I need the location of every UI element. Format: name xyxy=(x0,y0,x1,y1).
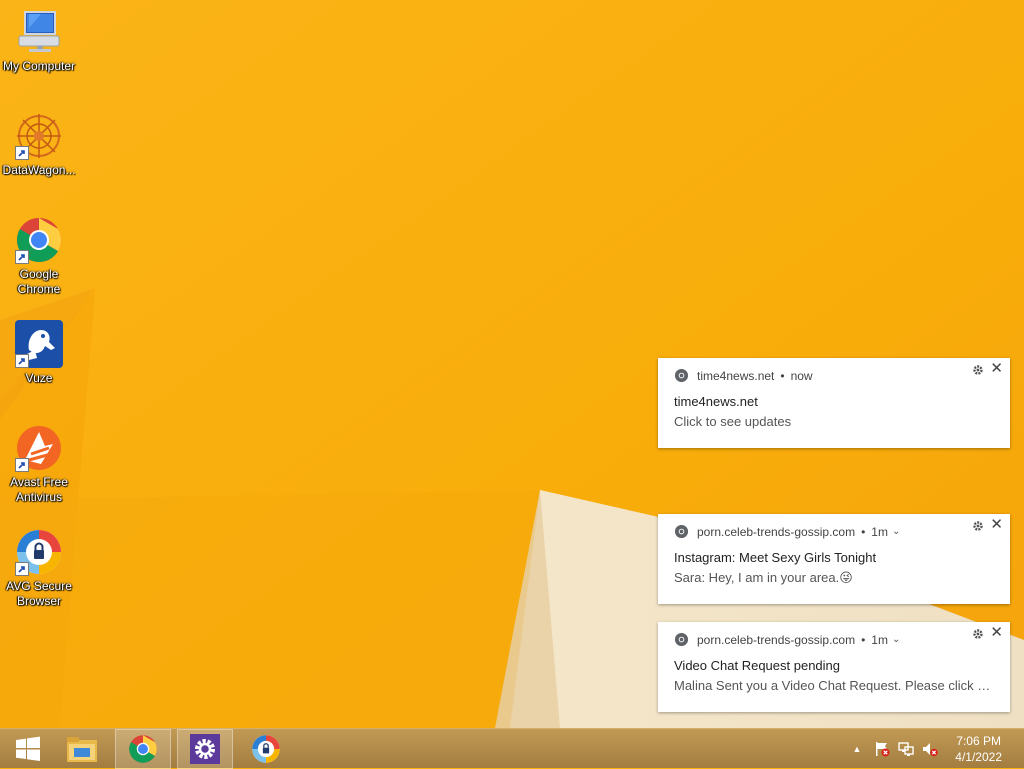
gear-icon[interactable] xyxy=(972,364,984,376)
clock-time: 7:06 PM xyxy=(956,734,1001,748)
notification-header: porn.celeb-trends-gossip.com • 1m ⌄ xyxy=(674,524,900,539)
chrome-icon xyxy=(15,216,63,264)
settings-gear-icon xyxy=(190,734,220,764)
notification-header: time4news.net • now xyxy=(674,368,813,383)
notification-body: Sara: Hey, I am in your area.😜 xyxy=(674,570,853,585)
notification-toast[interactable]: porn.celeb-trends-gossip.com • 1m ⌄ ✕ Vi… xyxy=(658,622,1010,712)
gear-icon[interactable] xyxy=(972,520,984,532)
taskbar-chrome-button[interactable] xyxy=(115,729,171,769)
separator-dot: • xyxy=(780,368,785,383)
chevron-down-icon[interactable]: ⌄ xyxy=(892,634,900,645)
system-clock[interactable]: 7:06 PM 4/1/2022 xyxy=(955,733,1002,765)
desktop-icon-label: Avast Free Antivirus xyxy=(10,475,68,504)
computer-icon xyxy=(15,8,63,56)
notification-site: time4news.net xyxy=(697,368,775,383)
folder-icon xyxy=(67,737,97,762)
avast-icon xyxy=(15,424,63,472)
shortcut-arrow-icon xyxy=(15,458,29,472)
notification-title: Instagram: Meet Sexy Girls Tonight xyxy=(674,550,877,565)
close-icon[interactable]: ✕ xyxy=(990,361,1003,376)
taskbar-settings-button[interactable] xyxy=(177,729,233,769)
notification-header: porn.celeb-trends-gossip.com • 1m ⌄ xyxy=(674,632,900,647)
notification-body: Malina Sent you a Video Chat Request. Pl… xyxy=(674,678,996,693)
taskbar-file-explorer-button[interactable] xyxy=(54,729,110,769)
gear-icon[interactable] xyxy=(972,628,984,640)
close-icon[interactable]: ✕ xyxy=(990,625,1003,640)
network-icon[interactable] xyxy=(896,729,916,769)
desktop-icon-label: My Computer xyxy=(2,59,76,73)
notification-time: 1m xyxy=(871,524,888,539)
show-hidden-icons-icon: ▲ xyxy=(852,744,862,754)
separator-dot: • xyxy=(861,524,866,539)
desktop-icon-label: AVG Secure Browser xyxy=(6,579,72,608)
desktop-icon-datawagon[interactable]: DataWagon... xyxy=(0,112,78,178)
chevron-down-icon[interactable]: ⌄ xyxy=(892,526,900,537)
desktop-icon-label: Google Chrome xyxy=(17,267,61,296)
desktop-icon-label: DataWagon... xyxy=(2,163,76,177)
network-status-icon xyxy=(898,742,914,756)
shortcut-arrow-icon xyxy=(15,562,29,576)
speaker-muted-icon xyxy=(923,743,938,757)
notification-toast[interactable]: porn.celeb-trends-gossip.com • 1m ⌄ ✕ In… xyxy=(658,514,1010,604)
windows-logo-icon xyxy=(16,736,40,761)
chrome-icon xyxy=(674,368,689,383)
desktop-icon-google-chrome[interactable]: Google Chrome xyxy=(0,216,78,297)
notification-site: porn.celeb-trends-gossip.com xyxy=(697,524,856,539)
notification-time: 1m xyxy=(871,632,888,647)
shortcut-arrow-icon xyxy=(15,250,29,264)
avg-browser-icon xyxy=(15,528,63,576)
notification-time: now xyxy=(790,368,813,383)
desktop-icon-label: Vuze xyxy=(25,371,53,385)
chrome-icon xyxy=(674,632,689,647)
shortcut-arrow-icon xyxy=(15,146,29,160)
chrome-icon xyxy=(129,735,157,763)
tray-expand-arrow[interactable]: ▲ xyxy=(850,729,864,769)
clock-date: 4/1/2022 xyxy=(955,750,1002,764)
desktop-icon-avast[interactable]: Avast Free Antivirus xyxy=(0,424,78,505)
notification-title: time4news.net xyxy=(674,394,758,409)
datawagon-logo-icon xyxy=(15,112,63,160)
separator-dot: • xyxy=(861,632,866,647)
taskbar-avg-browser-button[interactable] xyxy=(238,729,294,769)
notification-body: Click to see updates xyxy=(674,414,792,429)
shortcut-arrow-icon xyxy=(15,354,29,368)
action-center-flag-icon[interactable] xyxy=(872,729,892,769)
desktop-icon-my-computer[interactable]: My Computer xyxy=(0,8,78,74)
desktop-icon-vuze[interactable]: Vuze xyxy=(0,320,78,386)
flag-icon xyxy=(876,742,890,757)
notification-site: porn.celeb-trends-gossip.com xyxy=(697,632,856,647)
vuze-frog-icon xyxy=(15,320,63,368)
notification-title: Video Chat Request pending xyxy=(674,658,840,673)
chrome-icon xyxy=(674,524,689,539)
close-icon[interactable]: ✕ xyxy=(990,517,1003,532)
notification-toast[interactable]: time4news.net • now ✕ time4news.net Clic… xyxy=(658,358,1010,448)
avg-browser-icon xyxy=(252,735,280,763)
desktop-icon-avg-secure-browser[interactable]: AVG Secure Browser xyxy=(0,528,78,609)
start-button[interactable] xyxy=(0,729,56,769)
taskbar: ▲ 7:06 PM 4/1/2022 xyxy=(0,728,1024,769)
volume-icon[interactable] xyxy=(920,729,940,769)
